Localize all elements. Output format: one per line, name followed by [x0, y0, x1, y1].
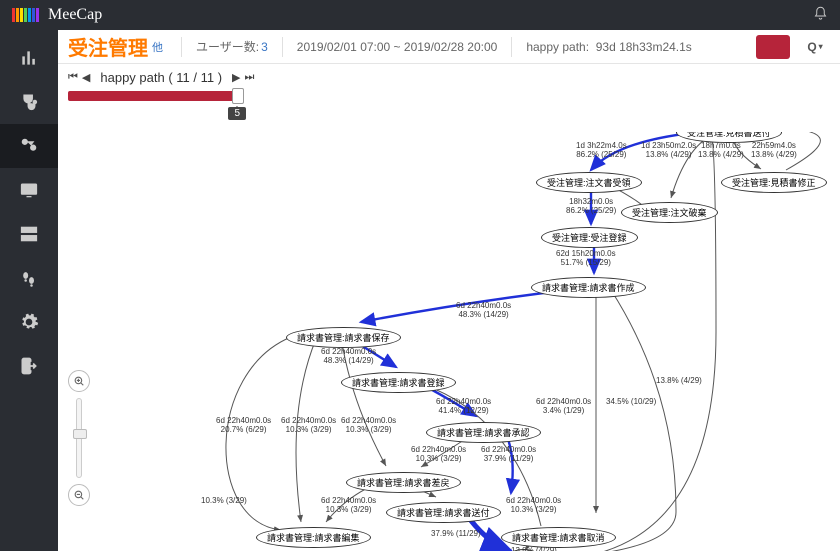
graph-node[interactable]: 請求書管理:請求書送付 [386, 502, 501, 523]
graph-node[interactable]: 請求書管理:請求書差戻 [346, 472, 461, 493]
date-range: 2019/02/01 07:00 ~ 2019/02/28 20:00 [282, 37, 512, 57]
edge-label: 6d 22h40m0.0s48.3% (14/29) [321, 348, 376, 366]
logo: MeeCap [12, 6, 102, 24]
playback-controls-right: ▶ ⏭ [232, 71, 254, 84]
edge-label: 6d 22h40m0.0s37.9% (11/29) [481, 446, 536, 464]
graph-node[interactable]: 受注管理:受注登録 [541, 227, 638, 248]
edge-label: 34.5% (10/29) [606, 398, 656, 407]
graph-node[interactable]: 受注管理:注文書受領 [536, 172, 642, 193]
graph-node[interactable]: 請求書管理:請求書作成 [531, 277, 646, 298]
sidebar-item-server[interactable] [0, 212, 58, 256]
path-slider[interactable]: 5 [58, 87, 840, 101]
sidebar [0, 30, 58, 551]
page-title-sub[interactable]: 他 [152, 39, 163, 55]
playback-controls: ⏮ ◀ [68, 71, 90, 84]
edge-label: 1d 3h22m4.0s86.2% (25/29) [576, 142, 627, 160]
edge-label: 10.3% (3/29) [201, 497, 247, 506]
edge-label: 6d 22h40m0.0s10.3% (3/29) [506, 497, 561, 515]
prev-button[interactable]: ◀ [82, 71, 90, 84]
edge-label: 6d 22h40m0.0s41.4% (12/29) [436, 398, 491, 416]
topbar: MeeCap [0, 0, 840, 30]
path-label: happy path ( 11 / 11 ) [100, 70, 222, 85]
happy-path-stat: happy path: 93d 18h33m24.1s [511, 37, 705, 57]
sidebar-item-stetho[interactable] [0, 80, 58, 124]
graph-node[interactable]: 請求書管理:請求書編集 [256, 527, 371, 548]
zoom-out-button[interactable] [68, 484, 90, 506]
last-button[interactable]: ⏭ [245, 71, 255, 84]
zoom-slider-handle[interactable] [73, 429, 87, 439]
edge-label: 6d 22h40m0.0s10.3% (3/29) [321, 497, 376, 515]
edge-label: 62d 15h20m0.0s51.7% (15/29) [556, 250, 616, 268]
sidebar-item-logout[interactable] [0, 344, 58, 388]
sidebar-item-chart[interactable] [0, 36, 58, 80]
edge-label: 6d 22h40m0.0s10.3% (3/29) [341, 417, 396, 435]
sidebar-item-footsteps[interactable] [0, 256, 58, 300]
graph-node[interactable]: 受注管理:見積書修正 [721, 172, 827, 193]
first-button[interactable]: ⏮ [68, 71, 78, 84]
graph-node[interactable]: 請求書管理:請求書保存 [286, 327, 401, 348]
pathbar: ⏮ ◀ happy path ( 11 / 11 ) ▶ ⏭ [58, 64, 840, 87]
next-button[interactable]: ▶ [232, 71, 240, 84]
zoom-in-button[interactable] [68, 370, 90, 392]
search-button[interactable]: Q▾ [800, 35, 830, 59]
sidebar-item-gear[interactable] [0, 300, 58, 344]
zoom-slider[interactable] [76, 398, 82, 478]
edge-label: 1d 23h50m2.0s13.8% (4/29) [641, 142, 696, 160]
edge-label: 37.9% (11/29) [431, 530, 481, 539]
header: 受注管理 他 ユーザー数:3 2019/02/01 07:00 ~ 2019/0… [58, 30, 840, 64]
page-title: 受注管理 [68, 32, 148, 61]
slider-handle[interactable] [232, 88, 244, 104]
edge-label: 6d 22h40m0.0s10.3% (3/29) [411, 446, 466, 464]
edge-label: 13.8% (4/29) [656, 377, 702, 386]
graph-node[interactable]: 請求書管理:請求書承認 [426, 422, 541, 443]
edge-label: 18h7m0.0s13.8% (4/29) [698, 142, 744, 160]
edge-label: 6d 22h40m0.0s20.7% (6/29) [216, 417, 271, 435]
download-button[interactable] [756, 35, 790, 59]
edge-label: 6d 22h40m0.0s48.3% (14/29) [456, 302, 511, 320]
logo-text: MeeCap [48, 6, 102, 24]
slider-value: 5 [228, 107, 246, 120]
edge-label: 22h59m4.0s13.8% (4/29) [751, 142, 797, 160]
graph-node[interactable]: 請求書管理:請求書登録 [341, 372, 456, 393]
logo-bars-icon [12, 8, 40, 22]
user-count: ユーザー数:3 [181, 37, 282, 57]
sidebar-item-monitor[interactable] [0, 168, 58, 212]
edge-label: 18h32m0.0s86.2% (25/29) [566, 198, 616, 216]
zoom-controls [68, 370, 90, 506]
sidebar-item-process[interactable] [0, 124, 58, 168]
main: 受注管理 他 ユーザー数:3 2019/02/01 07:00 ~ 2019/0… [58, 30, 840, 551]
process-graph[interactable]: 受注管理:見積書送付受注管理:注文書受領受注管理:見積書修正受注管理:注文破棄受… [116, 132, 840, 551]
graph-node[interactable]: 請求書管理:請求書取消 [501, 527, 616, 548]
edge-label: 13.8% (4/29) [511, 547, 557, 551]
graph-node[interactable]: 受注管理:注文破棄 [621, 202, 718, 223]
edge-label: 6d 22h40m0.0s3.4% (1/29) [536, 398, 591, 416]
edge-label: 6d 22h40m0.0s10.3% (3/29) [281, 417, 336, 435]
bell-icon[interactable] [813, 6, 828, 25]
